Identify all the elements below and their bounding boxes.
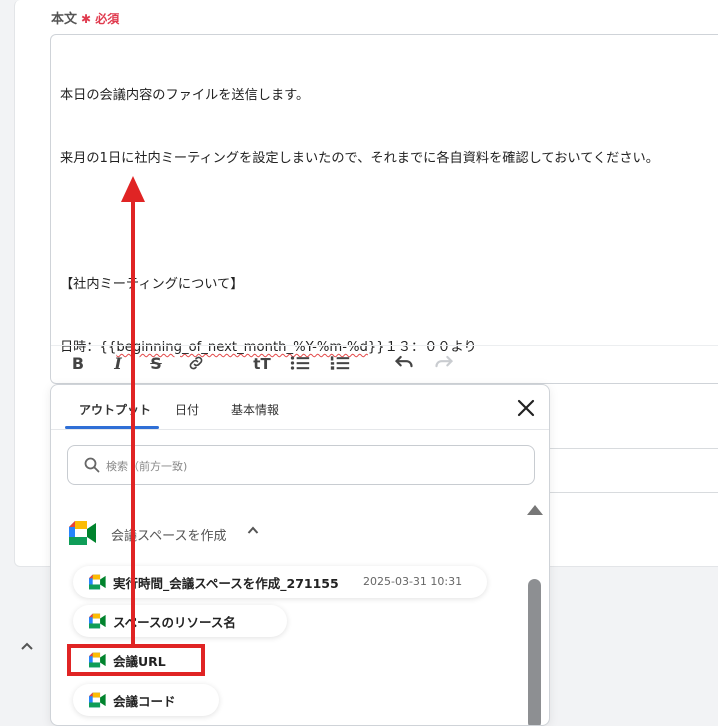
scrollbar-thumb[interactable] xyxy=(528,579,541,725)
required-text: 必須 xyxy=(95,12,120,26)
search-icon xyxy=(84,457,100,473)
numbered-list-button[interactable] xyxy=(329,354,351,374)
active-tab-indicator xyxy=(65,426,159,429)
italic-button[interactable]: I xyxy=(107,354,129,374)
output-item-resource-name[interactable]: スペースのリソース名 xyxy=(73,605,287,637)
bullet-list-icon xyxy=(290,356,310,370)
background-divider xyxy=(548,448,718,449)
tab-basic-info[interactable]: 基本情報 xyxy=(231,401,279,418)
popover-tabs: アウトプット 日付 基本情報 xyxy=(51,385,549,430)
collapse-chevron-icon[interactable] xyxy=(20,636,34,655)
output-item-exec-time[interactable]: 実行時間_会議スペースを作成_271155 2025-03-31 10:31 xyxy=(73,566,487,598)
tab-date[interactable]: 日付 xyxy=(175,401,199,418)
body-field-label: 本文 ✱ 必須 xyxy=(51,8,119,27)
close-button[interactable] xyxy=(515,397,537,419)
editor-toolbar: B I S tT xyxy=(51,345,718,384)
editor-line: 【社内ミーティングについて】 xyxy=(60,277,244,292)
annotation-arrow-shaft xyxy=(131,196,135,644)
body-editor[interactable]: 本日の会議内容のファイルを送信します。 来月の1日に社内ミーティングを設定しまい… xyxy=(50,34,718,418)
output-item-meeting-code[interactable]: 会議コード xyxy=(73,684,219,716)
strikethrough-button[interactable]: S xyxy=(145,354,167,374)
bullet-list-button[interactable] xyxy=(289,354,311,374)
item-value: 2025-03-31 10:31 xyxy=(363,575,463,588)
item-label: 会議コード xyxy=(113,694,176,709)
editor-line: 来月の1日に社内ミーティングを設定しまいたので、それまでに各自資料を確認しておい… xyxy=(60,151,659,166)
scroll-up-arrow-icon[interactable] xyxy=(527,505,543,515)
variable-picker-popover: アウトプット 日付 基本情報 会議スペースを作成 実行時間_会議スペースを作成_… xyxy=(50,384,550,726)
field-label-text: 本文 xyxy=(51,12,78,27)
background-divider xyxy=(548,492,718,493)
editor-line: 本日の会議内容のファイルを送信します。 xyxy=(60,88,310,103)
bold-button[interactable]: B xyxy=(67,354,89,374)
text-size-button[interactable]: tT xyxy=(251,354,273,374)
link-icon xyxy=(189,356,203,370)
redo-icon xyxy=(435,355,454,368)
item-label: 実行時間_会議スペースを作成_271155 xyxy=(113,576,339,591)
close-icon xyxy=(517,399,535,417)
google-meet-icon xyxy=(89,692,106,708)
google-meet-icon xyxy=(69,521,96,545)
group-title: 会議スペースを作成 xyxy=(111,529,227,544)
undo-button[interactable] xyxy=(393,354,415,374)
annotation-arrow-head xyxy=(121,176,145,202)
search-box xyxy=(67,445,535,485)
annotation-highlight-box xyxy=(67,644,205,676)
undo-icon xyxy=(394,355,413,368)
required-asterisk: ✱ xyxy=(81,12,92,26)
link-button[interactable] xyxy=(185,354,207,374)
redo-button[interactable] xyxy=(433,354,455,374)
chevron-up-icon[interactable] xyxy=(247,524,259,539)
numbered-list-icon xyxy=(330,356,350,370)
tab-output[interactable]: アウトプット xyxy=(79,401,151,418)
required-indicator: ✱ 必須 xyxy=(81,12,119,26)
search-input[interactable] xyxy=(104,454,508,478)
google-meet-icon xyxy=(89,613,106,629)
google-meet-icon xyxy=(89,574,106,590)
